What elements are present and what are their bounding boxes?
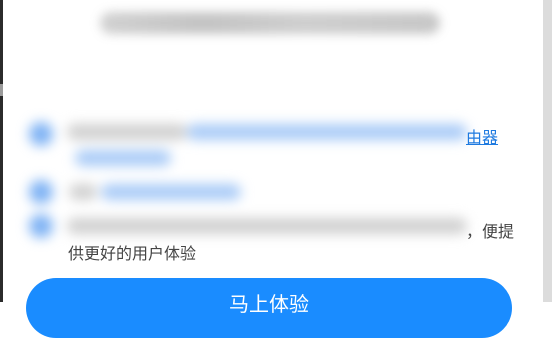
blur-text-2a [69, 184, 97, 200]
try-now-button[interactable]: 马上体验 [26, 278, 512, 338]
left-border [0, 0, 3, 302]
consent-text-line2: 供更好的用户体验 [68, 244, 197, 263]
scrollbar-track[interactable] [543, 0, 552, 302]
checkbox-icon-1 [29, 122, 53, 146]
blur-link-1b [187, 124, 467, 140]
blur-text-1a [67, 124, 187, 140]
blur-link-1c [75, 150, 171, 166]
checkbox-icon-2 [29, 180, 53, 204]
consent-items-blurred [27, 104, 467, 244]
blur-text-3a [67, 218, 467, 234]
checkbox-icon-3 [29, 214, 53, 238]
left-border-mark [0, 84, 3, 96]
blur-link-2b [101, 184, 241, 200]
consent-text-tail: ，便提 [466, 222, 515, 241]
consent-link-tail[interactable]: 由器 [466, 124, 498, 148]
dialog-title-blurred [100, 12, 440, 34]
